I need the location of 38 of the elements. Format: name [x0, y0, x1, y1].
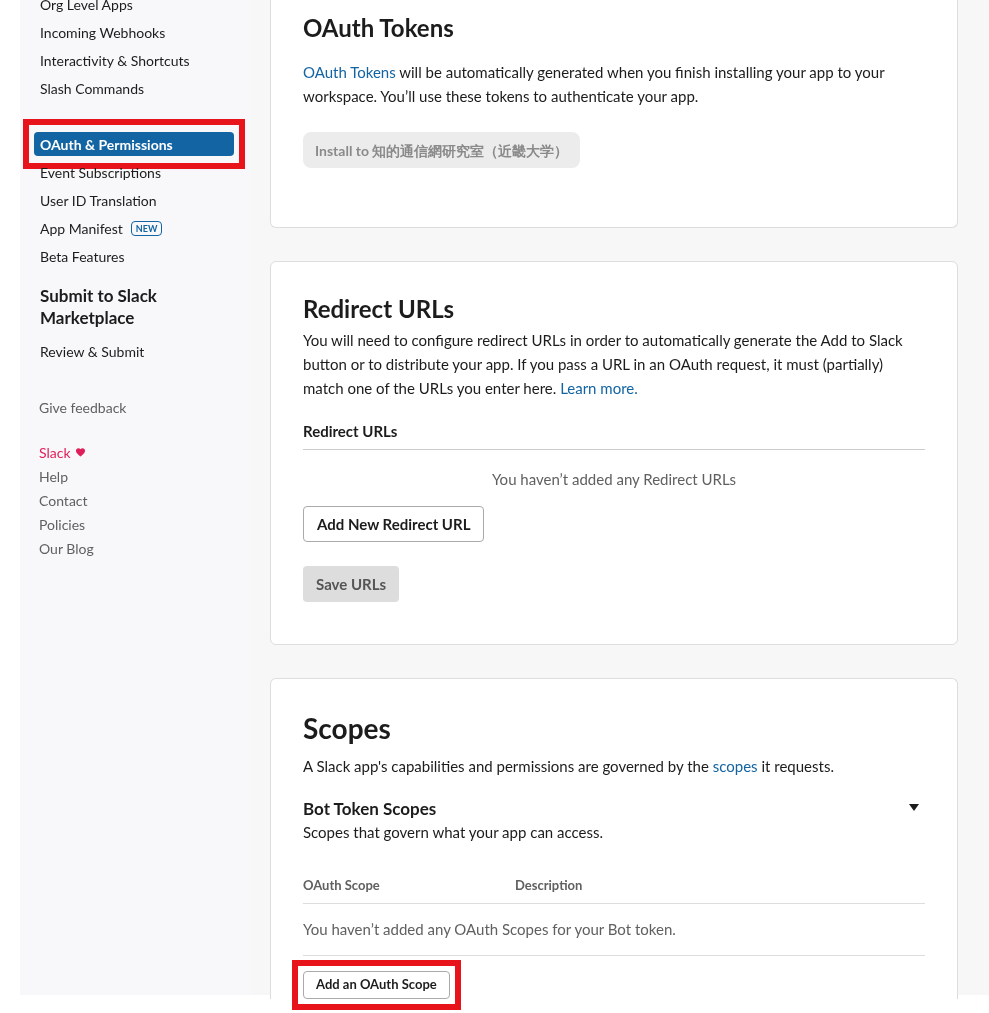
subsection-title: Bot Token Scopes	[303, 796, 438, 821]
text-link[interactable]: Learn more.	[560, 379, 638, 397]
sidebar-item[interactable]: Review & Submit	[34, 339, 234, 363]
sidebar-item[interactable]: Slash Commands	[34, 76, 234, 100]
section-title: Submit to Slack Marketplace	[39, 285, 158, 329]
sidebar-item[interactable]: Event Subscriptions	[34, 160, 234, 184]
sidebar-item[interactable]: User ID Translation	[34, 188, 234, 212]
add-scope-button[interactable]: Add an OAuth Scope	[303, 970, 450, 999]
sidebar-item[interactable]: Org Level Apps	[34, 0, 234, 16]
footer-link[interactable]: Help	[39, 465, 68, 487]
sidebar-item[interactable]: Beta Features	[34, 244, 234, 268]
description: You will need to configure redirect URLs in order to automatically generate the Add to Slack button or to distribute your app. If you pass a URL in an OAuth request, it must (partially) match one of the URLs you enter here. Learn more.	[303, 330, 904, 399]
sidebar-item[interactable]: Incoming Webhooks	[34, 20, 234, 44]
sidebar-item[interactable]: App Manifest NEW	[34, 216, 234, 240]
text-link[interactable]: scopes	[712, 757, 758, 775]
subsection-subtitle: Scopes that govern what your app can access.	[303, 822, 604, 843]
section-heading: Redirect URLs	[303, 294, 456, 324]
add-redirect-button[interactable]: Add New Redirect URL	[303, 506, 485, 542]
sidebar-item[interactable]: OAuth & Permissions	[34, 132, 234, 156]
footer-link[interactable]: Policies	[39, 513, 86, 535]
description: A Slack app's capabilities and permissions are governed by the scopes it requests.	[303, 756, 835, 777]
text-link[interactable]: OAuth Tokens	[303, 63, 396, 81]
badge: NEW	[130, 220, 163, 236]
empty-message: You haven’t added any Redirect URLs	[490, 468, 738, 490]
column-header: OAuth Scope	[303, 875, 381, 895]
section-heading: OAuth Tokens	[303, 12, 455, 44]
footer-link[interactable]: Contact	[39, 489, 88, 511]
sidebar-item[interactable]: Interactivity & Shortcuts	[34, 48, 234, 72]
section-heading: Scopes	[303, 711, 392, 745]
description: OAuth Tokens will be automatically generated when you finish installing your app to your workspace. You’ll use these tokens to authenticate your app.	[303, 62, 886, 107]
column-header: Description	[515, 875, 583, 895]
caret-icon[interactable]	[909, 803, 919, 811]
footer-link[interactable]: Slack	[39, 441, 71, 463]
list-title: Redirect URLs	[303, 420, 925, 450]
feedback-link[interactable]: Give feedback	[34, 397, 234, 418]
empty-message: You haven’t added any OAuth Scopes for your Bot token.	[303, 904, 925, 956]
heart-icon	[74, 447, 86, 457]
footer-link[interactable]: Our Blog	[39, 537, 94, 559]
